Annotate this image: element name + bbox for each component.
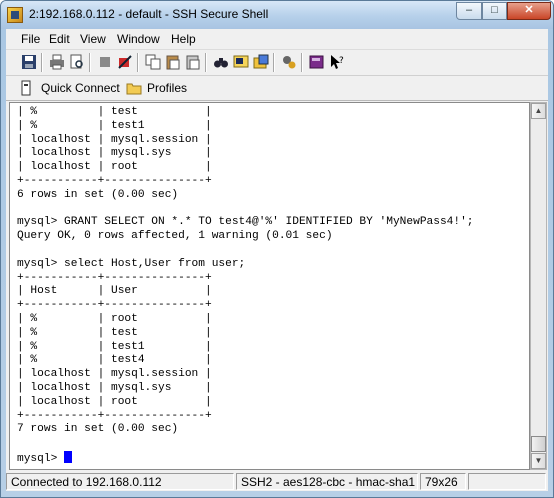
terminal-line: | % | root | bbox=[17, 312, 212, 325]
settings-icon[interactable] bbox=[280, 54, 297, 71]
terminal-lines: | % | test | | % | test1 | | localhost | m… bbox=[17, 106, 474, 465]
status-connection: Connected to 192.168.0.112 bbox=[6, 473, 234, 490]
vertical-scrollbar[interactable]: ▲ ▼ bbox=[530, 102, 547, 470]
svg-text:?: ? bbox=[339, 56, 344, 66]
terminal-line: | % | test1 | bbox=[17, 340, 212, 353]
terminal-line: | % | test | bbox=[17, 326, 212, 339]
terminal-output[interactable]: | % | test | | % | test1 | | localhost | m… bbox=[9, 102, 530, 470]
terminal-line: +-----------+---------------+ bbox=[17, 299, 212, 312]
menu-edit[interactable]: Edit bbox=[49, 32, 70, 46]
print-icon[interactable] bbox=[48, 54, 65, 71]
terminal-line: +-----------+---------------+ bbox=[17, 174, 212, 187]
terminal-line: 6 rows in set (0.00 sec) bbox=[17, 188, 179, 201]
terminal-line: | localhost | mysql.sys | bbox=[17, 147, 212, 160]
new-terminal-icon[interactable] bbox=[232, 54, 249, 71]
quick-connect-label: Quick Connect bbox=[41, 81, 120, 95]
scroll-thumb[interactable] bbox=[531, 436, 546, 452]
print-preview-icon[interactable] bbox=[68, 54, 85, 71]
status-bar: Connected to 192.168.0.112 SSH2 - aes128… bbox=[6, 472, 548, 491]
profiles-label: Profiles bbox=[147, 81, 188, 95]
terminal-prompt-line: mysql> bbox=[17, 450, 474, 465]
terminal-line: | % | test | bbox=[17, 106, 212, 118]
terminal-line: mysql> select Host,User from user; bbox=[17, 257, 246, 270]
quick-connect-icon bbox=[21, 80, 31, 96]
terminal-line: | % | test1 | bbox=[17, 119, 212, 132]
status-protocol: SSH2 - aes128-cbc - hmac-sha1 bbox=[236, 473, 418, 490]
new-file-transfer-icon[interactable] bbox=[252, 54, 269, 71]
status-blank bbox=[468, 473, 546, 490]
folder-icon bbox=[126, 83, 142, 95]
profile-bar: Quick Connect Profiles bbox=[6, 76, 548, 101]
menu-help[interactable]: Help bbox=[171, 32, 196, 46]
toolbar: ? bbox=[6, 50, 548, 76]
terminal-line: Query OK, 0 rows affected, 1 warning (0.… bbox=[17, 230, 333, 243]
menu-file[interactable]: File bbox=[21, 32, 40, 46]
terminal-line: | localhost | root | bbox=[17, 395, 212, 408]
help-book-icon[interactable] bbox=[308, 54, 325, 71]
ssh-window: 2:192.168.0.112 - default - SSH Secure S… bbox=[0, 0, 554, 498]
terminal-prompt: mysql> bbox=[17, 452, 64, 465]
scroll-down-icon[interactable]: ▼ bbox=[531, 453, 546, 469]
terminal-line: mysql> GRANT SELECT ON *.* TO test4@'%' … bbox=[17, 216, 474, 229]
menu-bar: File Edit View Window Help bbox=[6, 29, 548, 50]
connect-icon[interactable] bbox=[96, 54, 113, 71]
terminal-line: | localhost | mysql.sys | bbox=[17, 381, 212, 394]
context-help-icon[interactable]: ? bbox=[328, 54, 345, 71]
terminal-line: | localhost | root | bbox=[17, 161, 212, 174]
title-bar[interactable]: 2:192.168.0.112 - default - SSH Secure S… bbox=[1, 1, 553, 29]
paste-alt-icon[interactable] bbox=[184, 54, 201, 71]
minimize-button[interactable]: – bbox=[456, 2, 482, 20]
paste-icon[interactable] bbox=[164, 54, 181, 71]
terminal-line: | Host | User | bbox=[17, 285, 212, 298]
maximize-button[interactable]: □ bbox=[482, 2, 507, 20]
terminal-cursor bbox=[64, 450, 72, 463]
copy-icon[interactable] bbox=[144, 54, 161, 71]
ssh-app-icon[interactable] bbox=[7, 7, 23, 23]
menu-view[interactable]: View bbox=[80, 32, 106, 46]
close-button[interactable]: ✕ bbox=[507, 2, 551, 20]
disconnect-icon[interactable] bbox=[116, 54, 133, 71]
terminal-line: 7 rows in set (0.00 sec) bbox=[17, 423, 179, 436]
client-area: File Edit View Window Help ? Quick Conne… bbox=[6, 29, 548, 491]
terminal-line: | localhost | mysql.session | bbox=[17, 133, 212, 146]
menu-window[interactable]: Window bbox=[117, 32, 160, 46]
terminal-line: +-----------+---------------+ bbox=[17, 271, 212, 284]
save-icon[interactable] bbox=[20, 54, 37, 71]
terminal-line: | % | test4 | bbox=[17, 354, 212, 367]
terminal-line: +-----------+---------------+ bbox=[17, 409, 212, 422]
window-title: 2:192.168.0.112 - default - SSH Secure S… bbox=[29, 7, 269, 21]
terminal-line: | localhost | mysql.session | bbox=[17, 368, 212, 381]
find-icon[interactable] bbox=[212, 54, 229, 71]
status-terminal-size: 79x26 bbox=[420, 473, 466, 490]
scroll-up-icon[interactable]: ▲ bbox=[531, 103, 546, 119]
